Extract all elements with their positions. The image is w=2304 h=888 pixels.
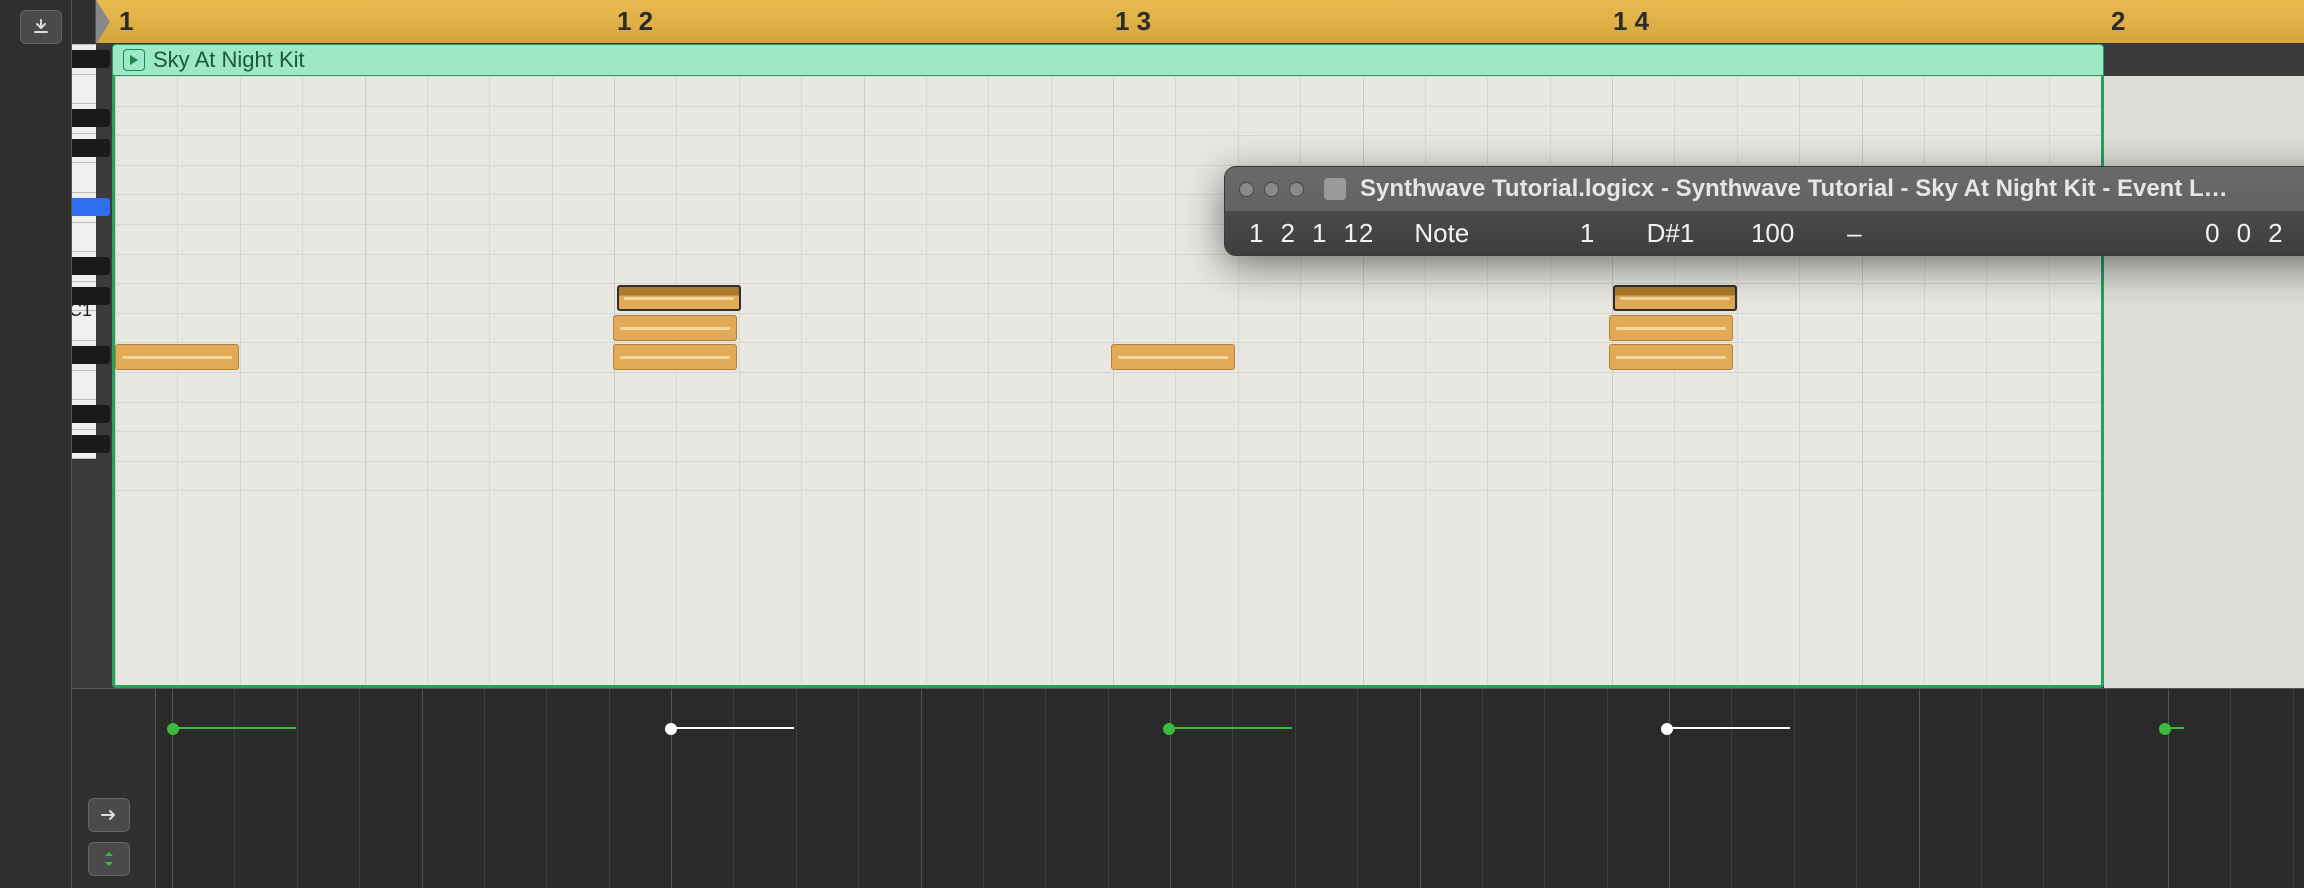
bar-label: 1 (119, 6, 133, 37)
window-traffic-lights[interactable] (1239, 182, 1304, 197)
event-length[interactable]: 0 0 2 0 (2205, 218, 2304, 249)
redo-icon (100, 808, 118, 822)
black-key[interactable] (72, 109, 110, 127)
event-list-window[interactable]: Synthwave Tutorial.logicx - Synthwave Tu… (1224, 166, 2304, 256)
automation-tool-button[interactable] (88, 798, 130, 832)
event-row[interactable]: 1 2 1 12 Note 1 D#1 100 – 0 0 2 0 (1225, 211, 2304, 255)
velocity-tool-column (72, 689, 156, 888)
sort-tool-button[interactable] (88, 842, 130, 876)
bar-label: 1 2 (617, 6, 653, 37)
pos-beat: 2 (1280, 218, 1295, 249)
velocity-grid[interactable] (156, 689, 2304, 888)
tool-column (12, 0, 72, 888)
black-key[interactable] (72, 346, 110, 364)
black-key[interactable] (72, 50, 110, 68)
event-pitch[interactable]: D#1 (1634, 218, 1694, 249)
event-sep: – (1834, 218, 1874, 249)
pos-bar: 1 (1249, 218, 1264, 249)
region-name: Sky At Night Kit (153, 47, 305, 73)
bar-label: 2 (2111, 6, 2125, 37)
len-beat: 0 (2237, 218, 2252, 249)
black-key[interactable] (72, 287, 110, 305)
black-key[interactable] (72, 257, 110, 275)
black-key[interactable] (72, 435, 110, 453)
zoom-icon[interactable] (1289, 182, 1304, 197)
event-channel[interactable]: 1 (1534, 218, 1594, 249)
midi-note[interactable] (613, 344, 737, 370)
play-icon[interactable] (123, 49, 145, 71)
event-type: Note (1414, 218, 1494, 249)
sort-icon (102, 850, 116, 868)
note-grid-row: C1 Sky At Night Kit (72, 44, 2304, 688)
close-icon[interactable] (1239, 182, 1254, 197)
black-key[interactable] (72, 405, 110, 423)
velocity-lane (72, 688, 2304, 888)
note-grid[interactable]: Sky At Night Kit (96, 44, 2304, 688)
main-editor: 1 1 2 1 3 1 4 2 C1 Sky At Night Kit (72, 0, 2304, 888)
bar-label: 1 3 (1115, 6, 1151, 37)
black-key[interactable] (72, 139, 110, 157)
bar-label: 1 4 (1613, 6, 1649, 37)
ruler-row: 1 1 2 1 3 1 4 2 (72, 0, 2304, 44)
midi-note[interactable] (1609, 344, 1733, 370)
midi-note[interactable] (613, 315, 737, 341)
event-window-title: Synthwave Tutorial.logicx - Synthwave Tu… (1360, 175, 2228, 203)
pos-tick: 12 (1343, 218, 1374, 249)
minimize-icon[interactable] (1264, 182, 1279, 197)
midi-note[interactable] (1613, 285, 1737, 311)
piano-roll-editor: 1 1 2 1 3 1 4 2 C1 Sky At Night Kit (0, 0, 2304, 888)
download-icon (32, 18, 50, 36)
region-header[interactable]: Sky At Night Kit (112, 44, 2104, 76)
event-velocity[interactable]: 100 (1734, 218, 1794, 249)
pos-div: 1 (1312, 218, 1327, 249)
midi-note[interactable] (1111, 344, 1235, 370)
midi-note[interactable] (115, 344, 239, 370)
piano-keys[interactable]: C1 (72, 44, 96, 458)
bar-ruler[interactable]: 1 1 2 1 3 1 4 2 (96, 0, 2304, 43)
download-tool-button[interactable] (20, 10, 62, 44)
keylabel-gutter (72, 0, 96, 43)
midi-note[interactable] (617, 285, 741, 311)
midi-note[interactable] (1609, 315, 1733, 341)
len-bar: 0 (2205, 218, 2220, 249)
app-icon (1324, 178, 1346, 200)
left-palette (0, 0, 12, 888)
event-position[interactable]: 1 2 1 12 (1249, 218, 1374, 249)
len-div: 2 (2268, 218, 2283, 249)
event-window-titlebar[interactable]: Synthwave Tutorial.logicx - Synthwave Tu… (1225, 167, 2304, 211)
selected-key-highlight (72, 198, 110, 216)
